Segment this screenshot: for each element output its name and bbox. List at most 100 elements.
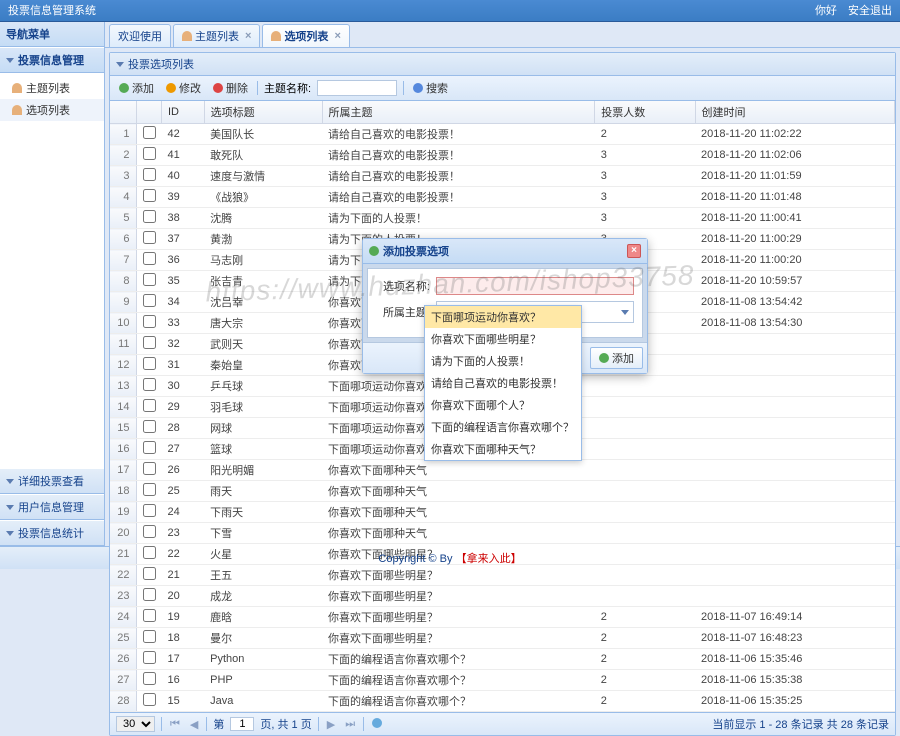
column-header[interactable]: 创建时间 <box>695 101 894 124</box>
next-page-button[interactable]: ▶ <box>325 718 337 731</box>
separator <box>161 717 162 731</box>
row-checkbox[interactable] <box>143 189 156 202</box>
row-checkbox[interactable] <box>143 504 156 517</box>
accordion-vote-manage[interactable]: 投票信息管理 <box>0 47 104 73</box>
plus-icon <box>369 246 379 256</box>
edit-button[interactable]: 修改 <box>163 79 204 97</box>
tab-option-list[interactable]: 选项列表× <box>262 24 349 47</box>
row-checkbox[interactable] <box>143 462 156 475</box>
delete-button[interactable]: 删除 <box>210 79 251 97</box>
filter-input[interactable] <box>317 80 397 96</box>
first-page-button[interactable]: ⏮ <box>168 718 182 731</box>
chevron-down-icon <box>6 479 14 484</box>
search-button[interactable]: 搜索 <box>410 79 451 97</box>
column-header[interactable] <box>136 101 162 124</box>
table-row[interactable]: 1924下雨天你喜欢下面哪种天气 <box>110 502 895 523</box>
dropdown-option[interactable]: 请给自己喜欢的电影投票！ <box>425 372 581 394</box>
close-icon[interactable]: × <box>334 30 340 42</box>
table-row[interactable]: 2023下雪你喜欢下面哪种天气 <box>110 523 895 544</box>
column-header[interactable]: ID <box>162 101 205 124</box>
dialog-submit-button[interactable]: 添加 <box>590 347 643 369</box>
tab-welcome[interactable]: 欢迎使用 <box>109 24 171 47</box>
row-checkbox[interactable] <box>143 336 156 349</box>
panel-title: 投票选项列表 <box>110 53 895 76</box>
logout-link[interactable]: 安全退出 <box>848 5 892 17</box>
table-row[interactable]: 2716PHP下面的编程语言你喜欢哪个？22018-11-06 15:35:38 <box>110 670 895 691</box>
nav-option-list[interactable]: 选项列表 <box>0 99 104 121</box>
table-row[interactable]: 1726阳光明媚你喜欢下面哪种天气 <box>110 460 895 481</box>
accordion-vote-stats[interactable]: 投票信息统计 <box>0 520 104 546</box>
column-header[interactable] <box>110 101 136 124</box>
row-checkbox[interactable] <box>143 588 156 601</box>
page-input[interactable] <box>230 717 254 731</box>
table-row[interactable]: 340速度与激情请给自己喜欢的电影投票！32018-11-20 11:01:59 <box>110 166 895 187</box>
row-checkbox[interactable] <box>143 525 156 538</box>
row-checkbox[interactable] <box>143 672 156 685</box>
row-checkbox[interactable] <box>143 630 156 643</box>
table-row[interactable]: 2419鹿晗你喜欢下面哪些明星？22018-11-07 16:49:14 <box>110 607 895 628</box>
separator <box>206 717 207 731</box>
plus-icon <box>599 353 609 363</box>
dropdown-option[interactable]: 请为下面的人投票！ <box>425 350 581 372</box>
table-row[interactable]: 1825雨天你喜欢下面哪种天气 <box>110 481 895 502</box>
hello-link[interactable]: 你好 <box>815 5 837 17</box>
table-row[interactable]: 2815Java下面的编程语言你喜欢哪个？22018-11-06 15:35:2… <box>110 691 895 712</box>
row-checkbox[interactable] <box>143 357 156 370</box>
page-size-select[interactable]: 30 <box>116 716 155 732</box>
table-row[interactable]: 2617Python下面的编程语言你喜欢哪个？22018-11-06 15:35… <box>110 649 895 670</box>
separator <box>403 81 404 95</box>
accordion-user-manage[interactable]: 用户信息管理 <box>0 494 104 520</box>
row-checkbox[interactable] <box>143 294 156 307</box>
option-name-label: 选项名称: <box>376 278 436 294</box>
row-checkbox[interactable] <box>143 651 156 664</box>
row-checkbox[interactable] <box>143 231 156 244</box>
close-icon[interactable]: × <box>245 30 251 42</box>
row-checkbox[interactable] <box>143 441 156 454</box>
dropdown-option[interactable]: 下面哪项运动你喜欢？ <box>425 306 581 328</box>
row-checkbox[interactable] <box>143 252 156 265</box>
footer-link[interactable]: 【拿来入此】 <box>456 553 522 565</box>
column-header[interactable]: 投票人数 <box>595 101 695 124</box>
user-icon <box>12 105 22 115</box>
table-row[interactable]: 538沈腾请为下面的人投票！32018-11-20 11:00:41 <box>110 208 895 229</box>
column-header[interactable]: 选项标题 <box>204 101 322 124</box>
dialog-title[interactable]: 添加投票选项 × <box>363 239 647 264</box>
table-row[interactable]: 142美国队长请给自己喜欢的电影投票！22018-11-20 11:02:22 <box>110 124 895 145</box>
refresh-button[interactable] <box>370 718 384 731</box>
user-icon <box>271 31 281 41</box>
dropdown-option[interactable]: 下面的编程语言你喜欢哪个？ <box>425 416 581 438</box>
dropdown-option[interactable]: 你喜欢下面哪种天气？ <box>425 438 581 460</box>
add-button[interactable]: 添加 <box>116 79 157 97</box>
row-checkbox[interactable] <box>143 147 156 160</box>
row-checkbox[interactable] <box>143 210 156 223</box>
toolbar: 添加 修改 删除 主题名称: 搜索 <box>110 76 895 101</box>
dropdown-option[interactable]: 你喜欢下面哪个人？ <box>425 394 581 416</box>
nav-topic-list[interactable]: 主题列表 <box>0 77 104 99</box>
row-checkbox[interactable] <box>143 399 156 412</box>
table-row[interactable]: 241敢死队请给自己喜欢的电影投票！32018-11-20 11:02:06 <box>110 145 895 166</box>
dialog-close-button[interactable]: × <box>627 244 641 258</box>
row-checkbox[interactable] <box>143 693 156 706</box>
row-checkbox[interactable] <box>143 273 156 286</box>
tab-topic-list[interactable]: 主题列表× <box>173 24 260 47</box>
sidebar: 导航菜单 投票信息管理 主题列表 选项列表 详细投票查看 用户信息管理 投票信息… <box>0 22 105 546</box>
prev-page-button[interactable]: ◀ <box>188 718 200 731</box>
row-checkbox[interactable] <box>143 546 156 559</box>
row-checkbox[interactable] <box>143 168 156 181</box>
last-page-button[interactable]: ⏭ <box>343 718 357 731</box>
column-header[interactable]: 所属主题 <box>322 101 595 124</box>
row-checkbox[interactable] <box>143 609 156 622</box>
dropdown-option[interactable]: 你喜欢下面哪些明星？ <box>425 328 581 350</box>
table-row[interactable]: 2518曼尔你喜欢下面哪些明星？22018-11-07 16:48:23 <box>110 628 895 649</box>
accordion-detail-view[interactable]: 详细投票查看 <box>0 468 104 494</box>
row-checkbox[interactable] <box>143 567 156 580</box>
row-checkbox[interactable] <box>143 483 156 496</box>
option-name-input[interactable] <box>436 277 634 295</box>
row-checkbox[interactable] <box>143 126 156 139</box>
row-checkbox[interactable] <box>143 378 156 391</box>
table-row[interactable]: 2320成龙你喜欢下面哪些明星？ <box>110 586 895 607</box>
row-checkbox[interactable] <box>143 315 156 328</box>
separator <box>363 717 364 731</box>
table-row[interactable]: 439《战狼》请给自己喜欢的电影投票！32018-11-20 11:01:48 <box>110 187 895 208</box>
row-checkbox[interactable] <box>143 420 156 433</box>
